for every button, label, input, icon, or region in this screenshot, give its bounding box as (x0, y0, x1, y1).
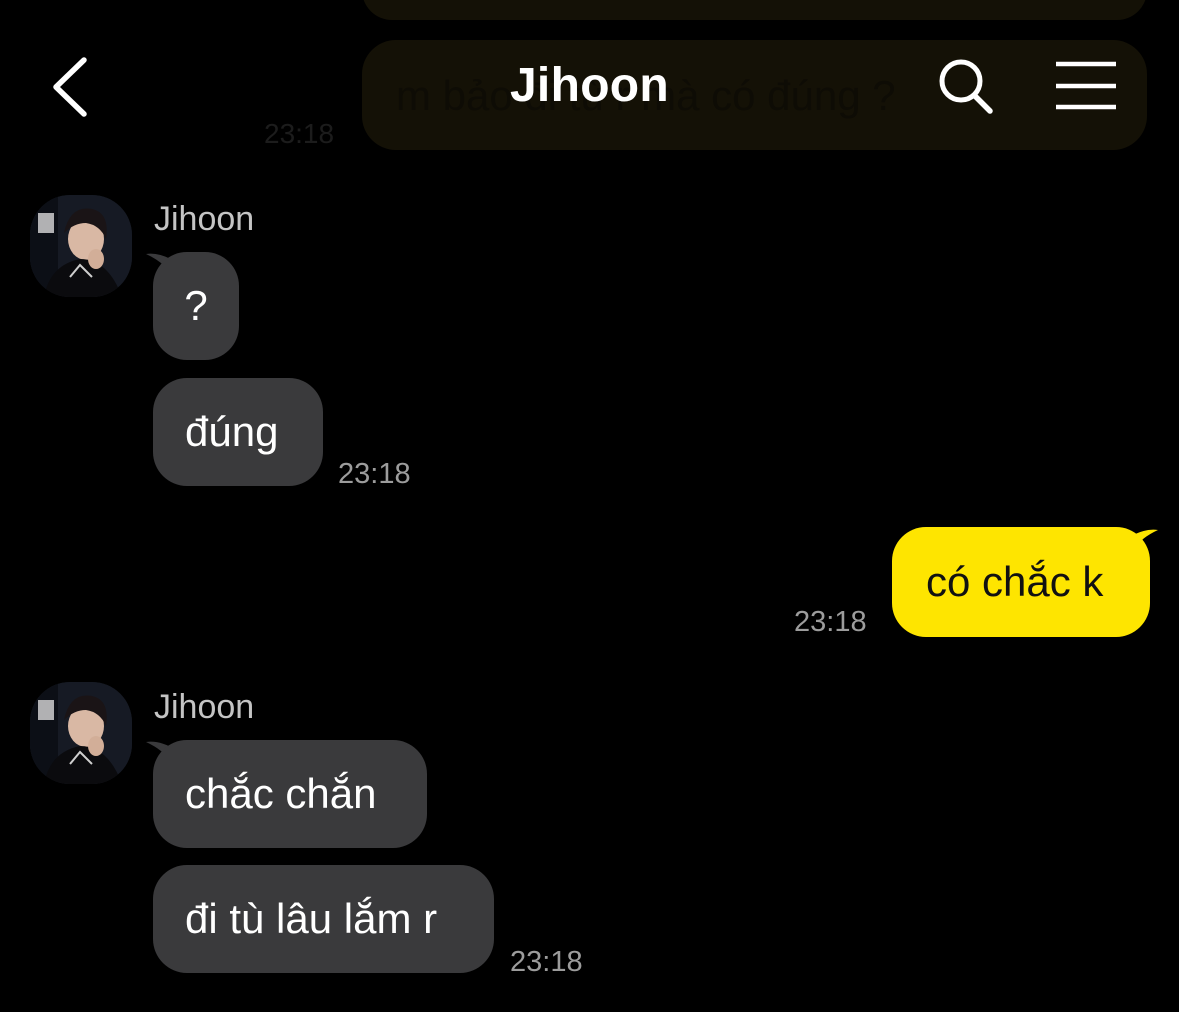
message-text: ? (184, 282, 208, 329)
previous-message-bubble (362, 0, 1147, 20)
message-timestamp: 23:18 (794, 606, 867, 638)
message-text: có chắc k (926, 558, 1104, 605)
avatar[interactable] (30, 682, 132, 784)
message-timestamp: 23:18 (510, 946, 583, 978)
message-text: đi tù lâu lắm r (185, 895, 438, 942)
sender-name: Jihoon (154, 200, 255, 238)
search-button[interactable] (936, 56, 996, 118)
chat-title: Jihoon (509, 59, 670, 112)
profile-photo (30, 682, 132, 784)
message-bubble-outgoing[interactable]: có chắc k (892, 527, 1150, 637)
avatar[interactable] (30, 195, 132, 297)
message-text: đúng (185, 408, 279, 455)
hamburger-menu-icon (1056, 61, 1116, 110)
sender-name: Jihoon (154, 688, 255, 726)
message-bubble[interactable]: đi tù lâu lắm r (153, 865, 494, 973)
message-timestamp: 23:18 (338, 458, 411, 490)
search-icon (939, 59, 993, 114)
menu-button[interactable] (1054, 60, 1118, 112)
message-text: chắc chắn (185, 770, 377, 817)
profile-photo (30, 195, 132, 297)
message-bubble[interactable]: đúng (153, 378, 323, 486)
partial-timestamp: 23:18 (264, 118, 335, 149)
message-bubble[interactable]: ? (153, 252, 239, 360)
message-bubble[interactable]: chắc chắn (153, 740, 427, 848)
